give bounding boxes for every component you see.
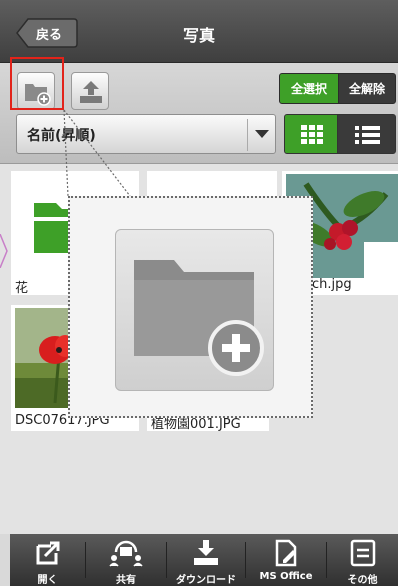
sort-dropdown[interactable]: 名前(昇順) — [16, 114, 276, 154]
open-icon — [36, 541, 59, 565]
share-button[interactable]: 共有 — [86, 534, 166, 586]
side-marker — [0, 234, 8, 268]
bottom-action-bar: 開く 共有 ダウンロード MS Office その他 — [10, 534, 398, 586]
chevron-down-icon — [255, 130, 269, 138]
navigation-bar: 戻る 写真 — [0, 0, 398, 63]
grid-view-button[interactable] — [284, 114, 338, 154]
page-title: 写真 — [182, 26, 215, 45]
grid-view-icon — [301, 125, 323, 144]
select-all-button[interactable]: 全選択 — [279, 73, 339, 104]
ms-office-button[interactable]: MS Office — [246, 534, 326, 586]
sort-label: 名前(昇順) — [27, 128, 96, 144]
download-label: ダウンロード — [176, 575, 236, 586]
share-icon — [109, 540, 143, 567]
download-icon — [194, 540, 218, 565]
more-button[interactable]: その他 — [327, 534, 398, 586]
new-folder-icon — [134, 260, 264, 376]
list-view-icon — [355, 126, 380, 144]
file-name: 花 — [15, 281, 29, 296]
upload-button[interactable] — [71, 72, 109, 110]
ms-office-label: MS Office — [259, 571, 313, 582]
upload-icon — [80, 81, 102, 103]
file-name: ch.jpg — [312, 277, 352, 292]
download-button[interactable]: ダウンロード — [167, 534, 245, 586]
callout-icon-frame — [115, 229, 274, 391]
share-label: 共有 — [116, 575, 136, 586]
ms-office-icon — [275, 539, 297, 567]
open-button[interactable]: 開く — [10, 534, 85, 586]
sort-divider — [247, 119, 248, 151]
more-label: その他 — [347, 575, 378, 586]
open-label: 開く — [37, 575, 58, 586]
new-folder-highlight — [10, 57, 64, 110]
more-icon — [350, 539, 375, 567]
deselect-all-button[interactable]: 全解除 — [338, 73, 396, 104]
list-view-button[interactable] — [337, 114, 396, 154]
